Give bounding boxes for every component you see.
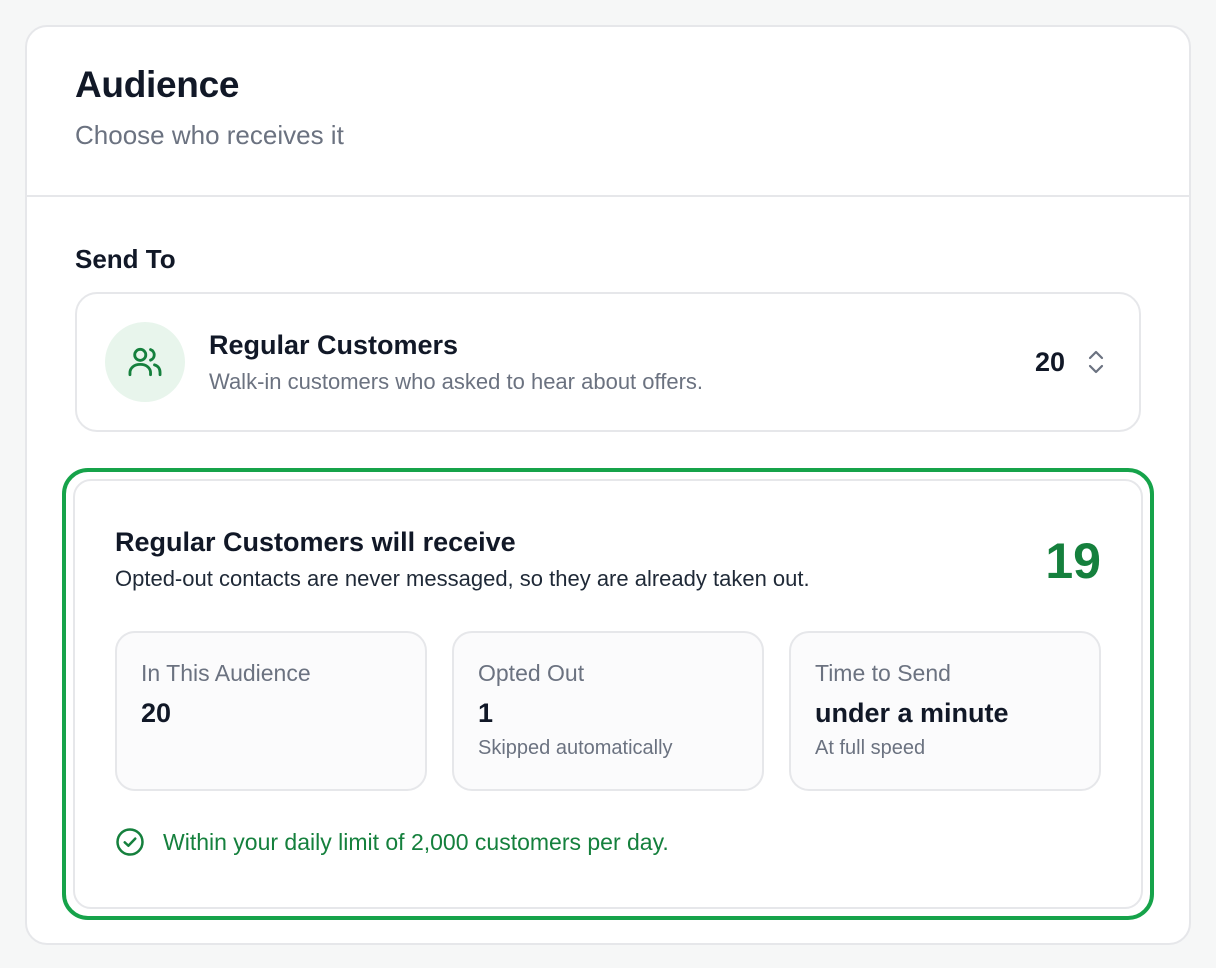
daily-limit-text: Within your daily limit of 2,000 custome… [163,828,669,855]
send-to-label: Send To [75,244,176,274]
summary-title: Regular Customers will receive [115,527,516,557]
stat-subtext: At full speed [815,737,926,759]
stat-card-time-to-send: Time to Send under a minute At full spee… [789,631,1101,791]
audience-avatar [105,322,185,402]
check-circle-icon [115,827,145,857]
stat-value: under a minute [815,698,1009,728]
stat-label: Time to Send [815,660,951,686]
audience-select-text: Regular Customers Walk-in customers who … [209,328,1035,396]
audience-count: 20 [1034,346,1065,377]
stat-label: Opted Out [478,660,585,686]
recipient-summary-inner: Regular Customers will receive Opted-out… [73,479,1143,909]
audience-card: Audience Choose who receives it Send To … [25,25,1191,945]
stat-card-opted-out: Opted Out 1 Skipped automatically [452,631,764,791]
summary-note: Opted-out contacts are never messaged, s… [115,566,810,591]
summary-text: Regular Customers will receive Opted-out… [115,525,810,593]
recipient-summary: Regular Customers will receive Opted-out… [62,468,1154,920]
audience-description: Walk-in customers who asked to hear abou… [209,369,704,394]
stat-value: 1 [478,698,494,728]
card-body: Send To Regular Customers Walk-in custom… [27,197,1189,920]
stats-row: In This Audience 20 Opted Out 1 Skipped … [115,631,1101,791]
stat-card-audience: In This Audience 20 [115,631,427,791]
stat-subtext: Skipped automatically [478,737,673,759]
users-icon [126,343,164,381]
chevron-up-down-icon [1085,347,1107,377]
audience-select[interactable]: Regular Customers Walk-in customers who … [75,292,1141,432]
recipient-total: 19 [1045,533,1101,589]
stat-value: 20 [141,698,172,728]
daily-limit-notice: Within your daily limit of 2,000 custome… [115,827,1101,857]
page-title: Audience [75,64,240,105]
summary-top: Regular Customers will receive Opted-out… [115,525,1101,593]
stat-label: In This Audience [141,660,311,686]
audience-name: Regular Customers [209,330,459,360]
page-subtitle: Choose who receives it [75,120,344,150]
card-header: Audience Choose who receives it [27,27,1189,197]
